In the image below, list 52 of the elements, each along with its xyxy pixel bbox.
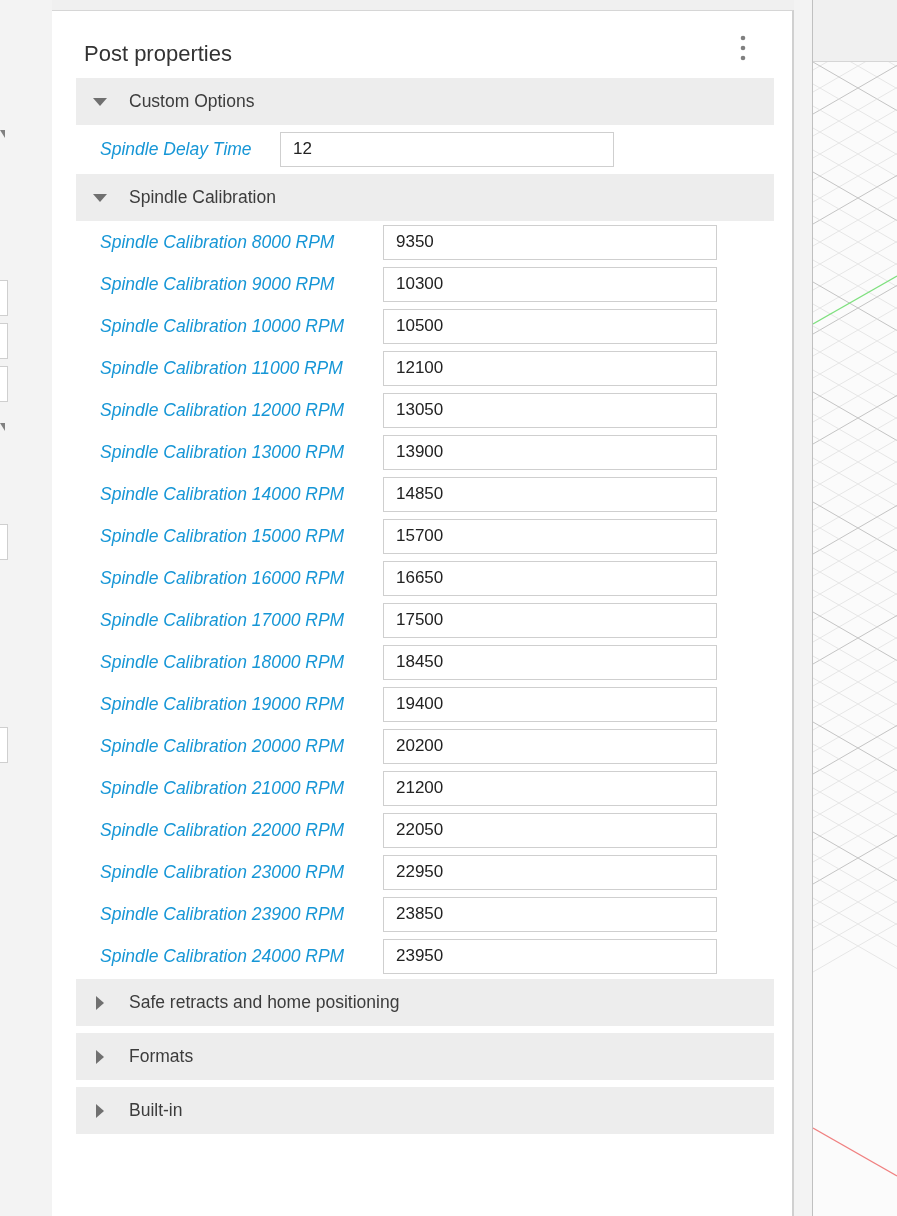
field-label: Spindle Calibration 9000 RPM — [100, 273, 336, 295]
caret-icon — [0, 423, 5, 431]
input-field[interactable]: 10300 — [383, 266, 717, 302]
field-label: Spindle Calibration 23900 RPM — [100, 903, 346, 925]
section-header[interactable]: Spindle Calibration — [76, 174, 774, 221]
input-field[interactable] — [0, 366, 8, 402]
field-label: Spindle Calibration 14000 RPM — [100, 483, 346, 505]
input-field[interactable]: 23950 — [383, 938, 717, 974]
input-field[interactable]: 16650 — [383, 560, 717, 596]
input-field[interactable]: 10500 — [383, 308, 717, 344]
field-label: Spindle Calibration 19000 RPM — [100, 693, 346, 715]
section-header[interactable]: Formats — [76, 1033, 774, 1080]
input-field[interactable]: 12100 — [383, 350, 717, 386]
caret-icon — [0, 130, 5, 138]
input-field[interactable]: 15700 — [383, 518, 717, 554]
field-label: Spindle Calibration 13000 RPM — [100, 441, 346, 463]
field-label: Spindle Calibration 10000 RPM — [100, 315, 346, 337]
section-header[interactable]: Custom Options — [76, 78, 774, 125]
more-options-icon[interactable] — [739, 34, 747, 61]
input-field[interactable]: 19400 — [383, 686, 717, 722]
input-field[interactable] — [0, 524, 8, 560]
input-field[interactable]: 14850 — [383, 476, 717, 512]
input-field[interactable]: 12 — [280, 131, 614, 167]
field-label: Spindle Calibration 18000 RPM — [100, 651, 346, 673]
field-label: Spindle Calibration 21000 RPM — [100, 777, 346, 799]
field-label: Spindle Delay Time — [100, 138, 253, 160]
section-header[interactable]: Built-in — [76, 1087, 774, 1134]
field-label: Spindle Calibration 11000 RPM — [100, 357, 344, 379]
input-field[interactable] — [0, 323, 8, 359]
field-label: Spindle Calibration 24000 RPM — [100, 945, 346, 967]
field-label: Spindle Calibration 22000 RPM — [100, 819, 346, 841]
input-field[interactable]: 13050 — [383, 392, 717, 428]
field-label: Spindle Calibration 15000 RPM — [100, 525, 346, 547]
field-label: Spindle Calibration 16000 RPM — [100, 567, 346, 589]
input-field[interactable]: 23850 — [383, 896, 717, 932]
field-label: Spindle Calibration 20000 RPM — [100, 735, 346, 757]
input-field[interactable]: 21200 — [383, 770, 717, 806]
field-label: Spindle Calibration 23000 RPM — [100, 861, 346, 883]
section-header[interactable]: Safe retracts and home positioning — [76, 979, 774, 1026]
input-field[interactable] — [0, 727, 8, 763]
input-field[interactable]: 9350 — [383, 224, 717, 260]
input-field[interactable]: 13900 — [383, 434, 717, 470]
input-field[interactable]: 22050 — [383, 812, 717, 848]
field-label: Spindle Calibration 12000 RPM — [100, 399, 346, 421]
field-label: Spindle Calibration 17000 RPM — [100, 609, 346, 631]
panel-title: Post properties — [84, 40, 232, 67]
field-label: Spindle Calibration 8000 RPM — [100, 231, 336, 253]
input-field[interactable] — [0, 280, 8, 316]
input-field[interactable]: 22950 — [383, 854, 717, 890]
input-field[interactable]: 17500 — [383, 602, 717, 638]
input-field[interactable]: 18450 — [383, 644, 717, 680]
input-field[interactable]: 20200 — [383, 728, 717, 764]
